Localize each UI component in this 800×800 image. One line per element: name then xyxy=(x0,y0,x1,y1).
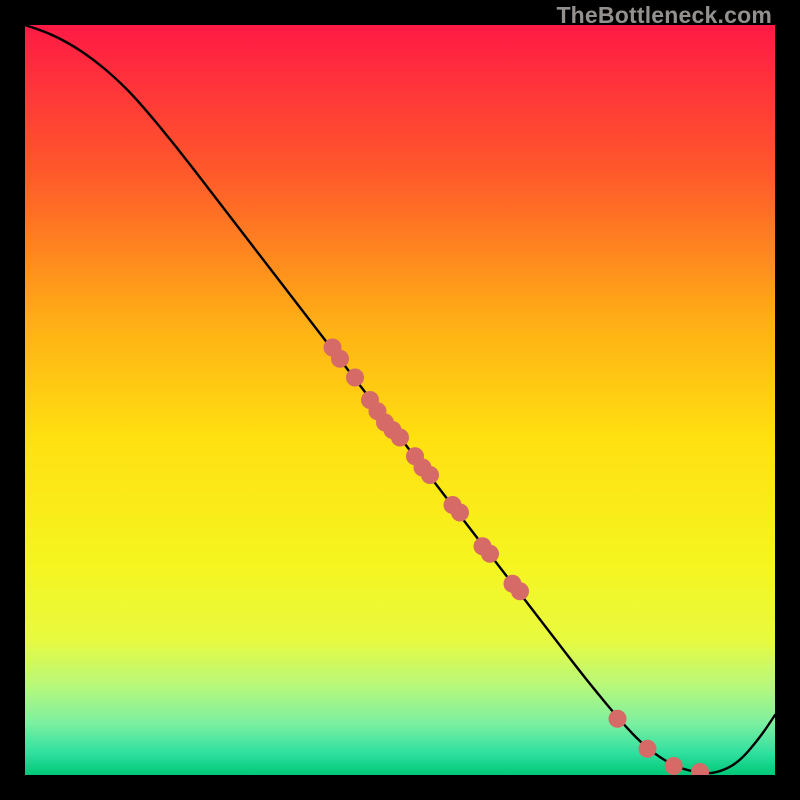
watermark-text: TheBottleneck.com xyxy=(556,2,772,29)
scatter-point xyxy=(511,582,529,600)
scatter-point xyxy=(421,466,439,484)
scatter-point xyxy=(451,504,469,522)
scatter-point xyxy=(331,350,349,368)
chart-svg xyxy=(25,25,775,775)
scatter-point xyxy=(609,710,627,728)
scatter-point xyxy=(391,429,409,447)
scatter-point xyxy=(346,369,364,387)
chart-frame xyxy=(25,25,775,775)
scatter-point xyxy=(665,757,683,775)
scatter-point xyxy=(481,545,499,563)
scatter-point xyxy=(639,740,657,758)
chart-background xyxy=(25,25,775,775)
